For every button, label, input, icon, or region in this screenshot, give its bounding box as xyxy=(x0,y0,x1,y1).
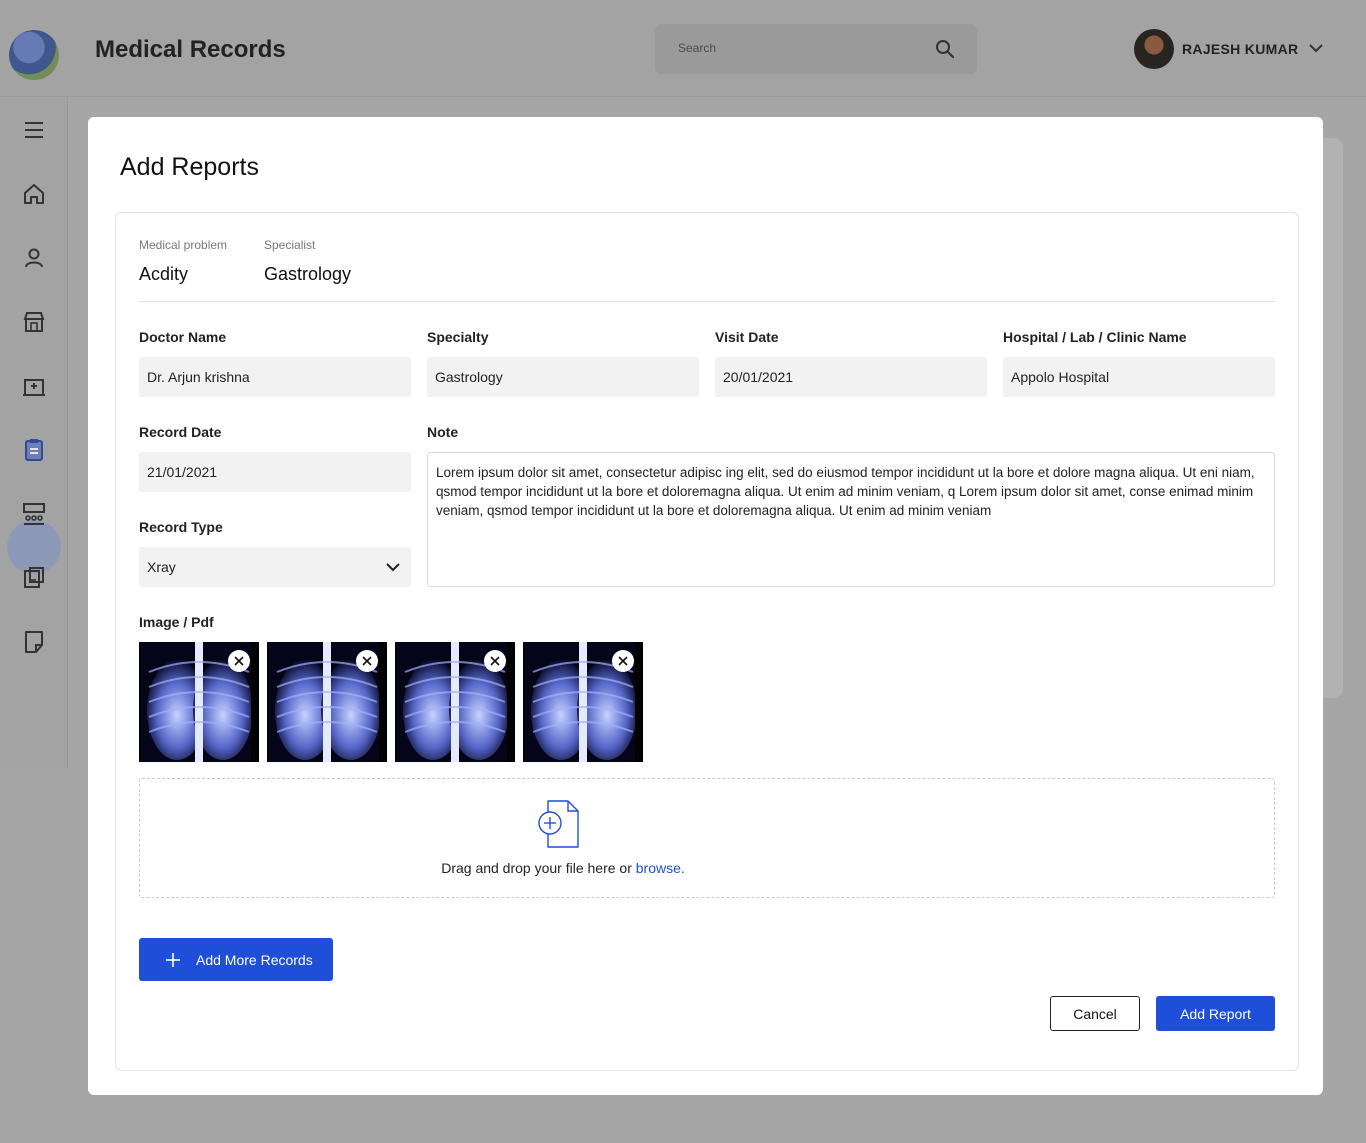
close-icon xyxy=(490,656,500,666)
modal-title: Add Reports xyxy=(120,153,259,181)
add-report-button[interactable]: Add Report xyxy=(1156,996,1275,1031)
avatar[interactable] xyxy=(1134,29,1174,69)
add-more-records-button[interactable]: Add More Records xyxy=(139,938,333,981)
record-date-field[interactable]: 21/01/2021 xyxy=(139,452,411,492)
menu-icon[interactable] xyxy=(21,117,47,143)
remove-image-button[interactable] xyxy=(484,650,506,672)
add-reports-modal: Add Reports Medical problem Acdity Speci… xyxy=(88,117,1323,1095)
app-logo xyxy=(9,30,59,80)
record-type-value: Xray xyxy=(147,559,176,575)
report-form: Medical problem Acdity Specialist Gastro… xyxy=(115,212,1299,1071)
specialist-value: Gastrology xyxy=(264,264,352,284)
specialty-label: Specialty xyxy=(427,329,489,345)
close-icon xyxy=(362,656,372,666)
background-card xyxy=(1323,138,1343,698)
file-dropzone[interactable]: Drag and drop your file here or browse. xyxy=(139,778,1275,898)
note-icon[interactable] xyxy=(21,629,47,655)
user-icon[interactable] xyxy=(21,245,47,271)
home-icon[interactable] xyxy=(21,181,47,207)
xray-thumbnail[interactable] xyxy=(267,642,387,762)
user-name[interactable]: RAJESH KUMAR xyxy=(1182,41,1298,57)
visit-date-label: Visit Date xyxy=(715,329,779,345)
page-title: Medical Records xyxy=(95,36,286,63)
top-bar: Medical Records Search RAJESH KUMAR xyxy=(0,0,1366,97)
remove-image-button[interactable] xyxy=(356,650,378,672)
doctor-name-field[interactable]: Dr. Arjun krishna xyxy=(139,357,411,397)
doctor-name-label: Doctor Name xyxy=(139,329,227,345)
browse-link[interactable]: browse. xyxy=(636,860,685,876)
remove-image-button[interactable] xyxy=(612,650,634,672)
specialty-field[interactable]: Gastrology xyxy=(427,357,699,397)
chevron-down-icon[interactable] xyxy=(1308,40,1324,56)
hospital-field[interactable]: Appolo Hospital xyxy=(1003,357,1275,397)
dropzone-instruction: Drag and drop your file here or xyxy=(441,860,636,876)
store-icon[interactable] xyxy=(21,309,47,335)
add-file-icon xyxy=(538,800,579,848)
close-icon xyxy=(234,656,244,666)
search-icon[interactable] xyxy=(935,39,955,59)
visit-date-field[interactable]: 20/01/2021 xyxy=(715,357,987,397)
cancel-button[interactable]: Cancel xyxy=(1050,996,1140,1031)
remove-image-button[interactable] xyxy=(228,650,250,672)
hospital-label: Hospital / Lab / Clinic Name xyxy=(1003,329,1187,345)
record-type-label: Record Type xyxy=(139,519,223,535)
image-pdf-label: Image / Pdf xyxy=(139,614,214,630)
dropzone-text: Drag and drop your file here or browse. xyxy=(140,860,986,876)
sidebar xyxy=(0,97,68,768)
clipboard-icon[interactable] xyxy=(21,437,47,463)
chevron-down-icon xyxy=(386,563,400,572)
record-date-label: Record Date xyxy=(139,424,222,440)
search-input[interactable]: Search xyxy=(678,41,716,55)
plus-icon xyxy=(166,952,180,967)
add-more-records-label: Add More Records xyxy=(196,951,313,968)
specialist-label: Specialist xyxy=(264,238,316,252)
xray-thumbnail[interactable] xyxy=(395,642,515,762)
hospital-icon[interactable] xyxy=(21,373,47,399)
xray-thumbnail[interactable] xyxy=(139,642,259,762)
records-icon[interactable] xyxy=(21,565,47,591)
close-icon xyxy=(618,656,628,666)
group-icon[interactable] xyxy=(21,501,47,527)
search-box[interactable]: Search xyxy=(655,24,977,74)
record-type-select[interactable]: Xray xyxy=(139,547,411,587)
medical-problem-label: Medical problem xyxy=(139,238,228,252)
xray-thumbnail[interactable] xyxy=(523,642,643,762)
medical-problem-value: Acdity xyxy=(139,264,189,284)
divider xyxy=(139,301,1275,302)
note-label: Note xyxy=(427,424,459,440)
note-textarea[interactable]: Lorem ipsum dolor sit amet, consectetur … xyxy=(427,452,1275,587)
